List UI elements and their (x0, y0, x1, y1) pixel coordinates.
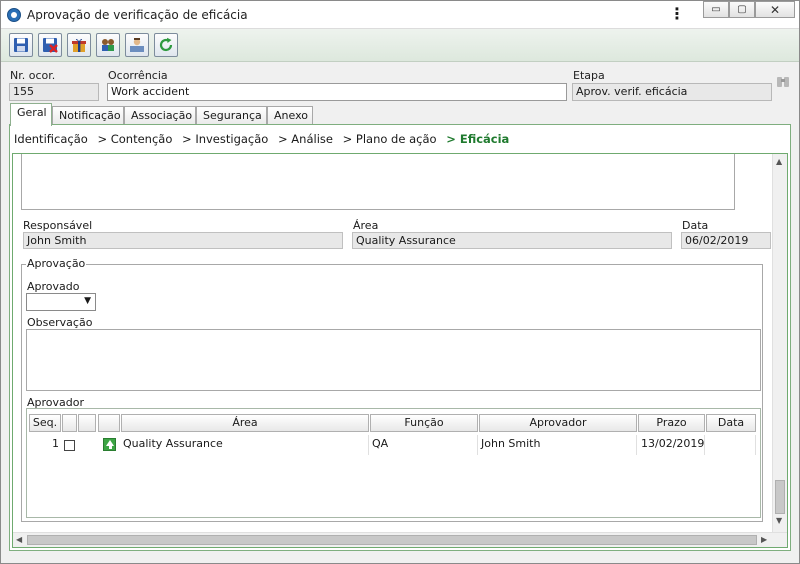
document-user-icon (130, 38, 144, 52)
step-content-panel: Responsável John Smith Área Quality Assu… (12, 153, 788, 548)
users-search-icon (102, 39, 114, 51)
save-icon (14, 38, 28, 52)
maximize-button[interactable]: ▢ (729, 1, 755, 18)
refresh-button[interactable] (154, 33, 178, 57)
breadcrumb: Identificação > Contenção > Investigação… (14, 132, 515, 146)
binoculars-icon[interactable] (776, 73, 790, 91)
users-search-button[interactable] (96, 33, 120, 57)
scroll-content: Responsável John Smith Área Quality Assu… (13, 154, 773, 532)
etapa-field: Aprov. verif. eficácia (572, 83, 772, 101)
title-bar: Aprovação de verificação de eficácia ⋮ ▭… (1, 1, 799, 29)
cell-prazo: 13/02/2019 (641, 435, 705, 455)
scroll-down-icon[interactable]: ▼ (776, 516, 782, 525)
toolbar (1, 29, 799, 62)
col-header-aprovador[interactable]: Aprovador (479, 414, 637, 432)
scroll-right-icon[interactable]: ▶ (761, 535, 767, 544)
tab-panel-geral: Identificação > Contenção > Investigação… (9, 124, 791, 551)
ocorrencia-field[interactable]: Work accident (107, 83, 567, 101)
horizontal-scrollbar[interactable]: ◀ ▶ (13, 532, 787, 547)
observacao-label: Observação (27, 316, 93, 329)
save-button[interactable] (9, 33, 33, 57)
breadcrumb-identificacao[interactable]: Identificação (14, 132, 88, 146)
cell-data (708, 435, 756, 455)
approval-fieldset: Aprovação Aprovado ▼ Observação Aprovado… (21, 257, 763, 522)
cell-area: Quality Assurance (123, 435, 369, 455)
ocorrencia-label: Ocorrência (108, 69, 168, 82)
vertical-scrollbar[interactable]: ▲ ▼ (772, 154, 787, 532)
col-header-seq[interactable]: Seq. (29, 414, 61, 432)
approvers-grid: Seq. Área Função Aprovador Prazo Data 1 (26, 408, 761, 518)
approval-window: Aprovação de verificação de eficácia ⋮ ▭… (0, 0, 800, 564)
nr-ocor-label: Nr. ocor. (10, 69, 56, 82)
responsavel-label: Responsável (23, 219, 93, 232)
breadcrumb-plano-de-acao[interactable]: > Plano de ação (343, 132, 437, 146)
save-and-close-button[interactable] (38, 33, 62, 57)
dropdown-arrow-icon: ▼ (84, 296, 91, 306)
col-header-blank[interactable] (78, 414, 96, 432)
window-controls: ▭ ▢ ✕ (703, 1, 795, 19)
col-header-status[interactable] (98, 414, 120, 432)
minimize-button[interactable]: ▭ (703, 1, 729, 18)
cell-funcao: QA (372, 435, 478, 455)
app-icon (7, 8, 21, 22)
col-header-data[interactable]: Data (706, 414, 756, 432)
aprovado-select[interactable]: ▼ (26, 293, 96, 311)
gift-button[interactable] (67, 33, 91, 57)
breadcrumb-analise[interactable]: > Análise (278, 132, 333, 146)
tab-associacao[interactable]: Associação (124, 106, 196, 125)
col-header-prazo[interactable]: Prazo (638, 414, 705, 432)
col-header-check[interactable] (62, 414, 77, 432)
close-button[interactable]: ✕ (755, 1, 795, 18)
breadcrumb-contencao[interactable]: > Contenção (97, 132, 172, 146)
etapa-label: Etapa (573, 69, 605, 82)
nr-ocor-field: 155 (9, 83, 99, 101)
area-label: Área (353, 219, 379, 232)
tab-seguranca[interactable]: Segurança (196, 106, 267, 125)
refresh-icon (159, 37, 173, 52)
data-field: 06/02/2019 (681, 232, 771, 249)
data-label: Data (682, 219, 709, 232)
vertical-scroll-thumb[interactable] (775, 480, 785, 514)
col-header-area[interactable]: Área (121, 414, 369, 432)
save-close-icon (43, 38, 58, 53)
document-user-button[interactable] (125, 33, 149, 57)
more-options-icon[interactable]: ⋮ (669, 5, 685, 23)
observacao-textarea[interactable] (26, 329, 761, 391)
description-textbox[interactable] (21, 154, 735, 210)
area-field: Quality Assurance (352, 232, 672, 249)
tab-anexo[interactable]: Anexo (267, 106, 313, 125)
window-title: Aprovação de verificação de eficácia (27, 8, 248, 22)
status-up-icon (103, 438, 116, 451)
responsavel-field: John Smith (23, 232, 343, 249)
row-checkbox[interactable] (64, 440, 75, 451)
tab-geral[interactable]: Geral (10, 103, 52, 126)
gift-icon (72, 38, 86, 52)
scroll-up-icon[interactable]: ▲ (776, 157, 782, 166)
cell-seq: 1 (52, 437, 59, 450)
aprovado-label: Aprovado (27, 280, 80, 293)
breadcrumb-eficacia[interactable]: > Eficácia (446, 132, 509, 146)
tab-notificacao[interactable]: Notificação (52, 106, 124, 125)
scroll-left-icon[interactable]: ◀ (16, 535, 22, 544)
approval-legend: Aprovação (26, 257, 87, 270)
cell-aprovador: John Smith (481, 435, 637, 455)
col-header-funcao[interactable]: Função (370, 414, 478, 432)
breadcrumb-investigacao[interactable]: > Investigação (182, 132, 268, 146)
horizontal-scroll-thumb[interactable] (27, 535, 757, 545)
